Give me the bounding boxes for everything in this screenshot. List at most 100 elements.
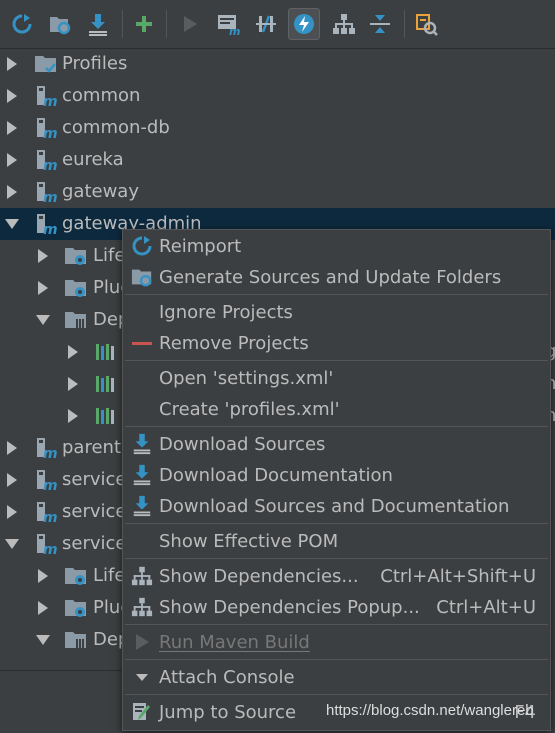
tree-row-module[interactable]: m common-db xyxy=(0,112,555,144)
menu-separator xyxy=(125,624,548,625)
menu-item-label: Create 'profiles.xml' xyxy=(159,398,340,420)
expand-arrow-icon[interactable] xyxy=(66,345,80,359)
maven-module-icon: m xyxy=(37,118,58,140)
edit-source-icon xyxy=(133,703,150,720)
collapse-all-icon xyxy=(370,15,390,33)
expand-arrow-icon[interactable] xyxy=(5,505,19,519)
menu-item-download-documentation[interactable]: Download Documentation xyxy=(123,460,550,490)
run-maven-build-button[interactable] xyxy=(174,8,206,40)
maven-settings-button[interactable] xyxy=(410,8,442,40)
menu-separator xyxy=(125,426,548,427)
expand-arrow-icon[interactable] xyxy=(66,377,80,391)
watermark-text: https://blog.csdn.net/wanglereb xyxy=(326,702,534,719)
collapse-arrow-icon[interactable] xyxy=(36,633,50,647)
tree-row-module[interactable]: m eureka xyxy=(0,144,555,176)
menu-item-remove-projects[interactable]: Remove Projects xyxy=(123,328,550,358)
menu-item-download-sources[interactable]: Download Sources xyxy=(123,429,550,459)
menu-item-label: Generate Sources and Update Folders xyxy=(159,266,502,288)
menu-separator xyxy=(125,659,548,660)
menu-separator xyxy=(125,523,548,524)
generate-sources-icon xyxy=(131,269,152,287)
dropdown-arrow-icon xyxy=(136,674,148,681)
download-icon xyxy=(133,495,151,517)
menu-item-label: Show Effective POM xyxy=(159,530,339,552)
svg-text:m: m xyxy=(43,222,58,236)
expand-arrow-icon[interactable] xyxy=(5,121,19,135)
menu-item-create-profiles-xml[interactable]: Create 'profiles.xml' xyxy=(123,394,550,424)
maven-module-icon: m xyxy=(37,438,58,460)
tree-row-module[interactable]: m common xyxy=(0,80,555,112)
menu-item-run-maven-build[interactable]: Run Maven Build xyxy=(123,627,550,657)
expand-arrow-icon[interactable] xyxy=(36,281,50,295)
collapse-arrow-icon[interactable] xyxy=(5,537,19,551)
menu-item-show-dependencies-popup[interactable]: Show Dependencies Popup... Ctrl+Alt+U xyxy=(123,592,550,622)
tree-row-profiles[interactable]: Profiles xyxy=(0,48,555,80)
menu-item-open-settings-xml[interactable]: Open 'settings.xml' xyxy=(123,363,550,393)
maven-module-icon: m xyxy=(37,502,58,524)
dependencies-diagram-icon xyxy=(131,566,153,586)
toolbar-separator xyxy=(166,10,167,38)
menu-item-ignore-projects[interactable]: Ignore Projects xyxy=(123,297,550,327)
execute-maven-goal-button[interactable]: m xyxy=(212,8,244,40)
menu-item-show-effective-pom[interactable]: Show Effective POM xyxy=(123,526,550,556)
expand-arrow-icon[interactable] xyxy=(5,185,19,199)
reimport-all-button[interactable] xyxy=(6,8,38,40)
maven-module-icon: m xyxy=(37,182,58,204)
maven-settings-icon xyxy=(416,14,438,36)
expand-arrow-icon[interactable] xyxy=(5,153,19,167)
menu-item-show-dependencies[interactable]: Show Dependencies... Ctrl+Alt+Shift+U xyxy=(123,561,550,591)
download-icon xyxy=(133,433,151,455)
library-icon xyxy=(96,376,114,392)
skip-tests-icon xyxy=(294,14,314,34)
skip-tests-button[interactable] xyxy=(288,8,320,40)
remove-icon xyxy=(132,342,152,345)
expand-arrow-icon[interactable] xyxy=(5,473,19,487)
tree-row-label: parent xyxy=(62,437,122,458)
show-dependencies-button[interactable] xyxy=(328,8,360,40)
expand-arrow-icon[interactable] xyxy=(5,89,19,103)
toolbar-separator xyxy=(122,10,123,38)
generate-sources-button[interactable] xyxy=(44,8,76,40)
svg-text:m: m xyxy=(43,158,58,172)
toggle-offline-button[interactable] xyxy=(250,8,282,40)
lifecycle-folder-icon xyxy=(65,568,86,585)
plugins-folder-icon xyxy=(65,280,86,297)
add-maven-project-button[interactable] xyxy=(128,8,160,40)
menu-item-label: Show Dependencies... xyxy=(159,565,359,587)
expand-arrow-icon[interactable] xyxy=(36,601,50,615)
collapse-arrow-icon[interactable] xyxy=(5,217,19,231)
menu-item-attach-console[interactable]: Attach Console xyxy=(123,662,550,692)
maven-module-icon: m xyxy=(37,534,58,556)
maven-module-icon: m xyxy=(37,86,58,108)
menu-item-label: Show Dependencies Popup... xyxy=(159,596,420,618)
menu-item-label: Download Sources xyxy=(159,433,326,455)
menu-item-label: Reimport xyxy=(159,235,242,257)
download-icon xyxy=(133,464,151,486)
menu-item-generate-sources[interactable]: Generate Sources and Update Folders xyxy=(123,262,550,292)
menu-item-shortcut: Ctrl+Alt+Shift+U xyxy=(380,565,536,587)
collapse-all-button[interactable] xyxy=(364,8,396,40)
collapse-arrow-icon[interactable] xyxy=(36,313,50,327)
expand-arrow-icon[interactable] xyxy=(66,409,80,423)
download-button[interactable] xyxy=(82,8,114,40)
expand-arrow-icon[interactable] xyxy=(5,441,19,455)
maven-module-icon: m xyxy=(37,470,58,492)
menu-item-reimport[interactable]: Reimport xyxy=(123,231,550,261)
menu-item-shortcut: Ctrl+Alt+U xyxy=(436,596,536,618)
maven-module-icon: m xyxy=(37,150,58,172)
dependencies-folder-icon xyxy=(65,632,86,648)
expand-arrow-icon[interactable] xyxy=(5,57,19,71)
svg-text:m: m xyxy=(43,94,58,108)
menu-separator xyxy=(125,694,548,695)
generate-sources-icon xyxy=(50,17,71,35)
tree-row-module[interactable]: m gateway xyxy=(0,176,555,208)
library-icon xyxy=(96,344,114,360)
show-dependencies-icon xyxy=(333,14,355,34)
expand-arrow-icon[interactable] xyxy=(36,249,50,263)
menu-item-label: Run Maven Build xyxy=(159,631,310,653)
tree-row-label: Profiles xyxy=(62,53,128,74)
menu-item-label: Ignore Projects xyxy=(159,301,293,323)
menu-item-download-sources-and-docs[interactable]: Download Sources and Documentation xyxy=(123,491,550,521)
expand-arrow-icon[interactable] xyxy=(36,569,50,583)
profiles-folder-icon xyxy=(35,56,56,73)
